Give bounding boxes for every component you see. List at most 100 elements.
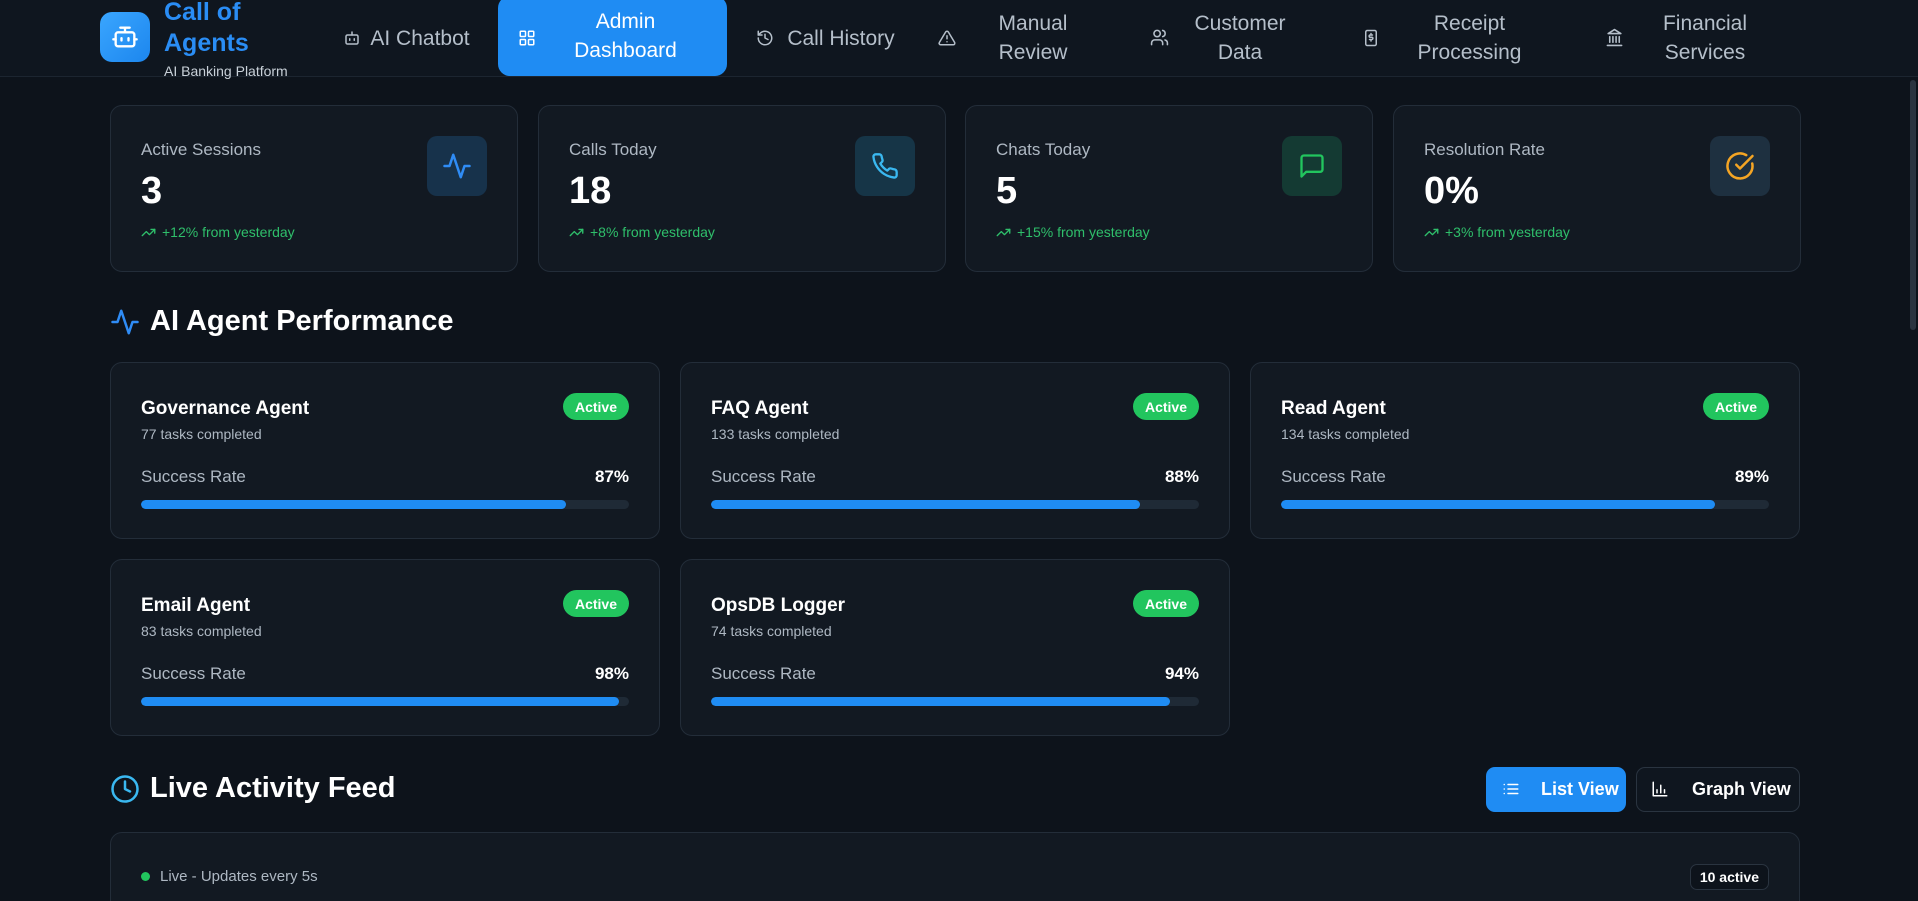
stat-label: Resolution Rate (1424, 140, 1545, 159)
nav-customer-data[interactable]: Customer Data (1150, 0, 1300, 76)
stat-label: Chats Today (996, 140, 1091, 159)
check-circle-icon (1710, 136, 1770, 196)
agent-tasks: 134 tasks completed (1281, 426, 1410, 442)
agent-name: Governance Agent (141, 398, 310, 419)
history-icon (756, 26, 776, 46)
feed-status-text: Live - Updates every 5s (160, 868, 318, 885)
agent-name: Email Agent (141, 595, 251, 616)
alert-triangle-icon (938, 26, 958, 46)
section-title-text: AI Agent Performance (150, 305, 454, 337)
agent-tasks: 83 tasks completed (141, 623, 262, 639)
agent-tasks: 133 tasks completed (711, 426, 840, 442)
stat-value: 0% (1424, 170, 1479, 212)
phone-icon (855, 136, 915, 196)
stat-card-calls-today: Calls Today 18 +8% from yesterday (538, 105, 946, 272)
stat-trend-text: +15% from yesterday (1017, 224, 1150, 240)
nav-label: Call History (787, 26, 895, 50)
nav-label: Customer Data (1194, 12, 1286, 64)
agent-card: Read Agent 134 tasks completed Active Su… (1250, 362, 1800, 539)
success-rate-bar (711, 500, 1199, 509)
stat-trend: +8% from yesterday (569, 224, 715, 240)
success-rate-label: Success Rate (141, 467, 246, 486)
stat-trend-text: +3% from yesterday (1445, 224, 1570, 240)
success-rate-value: 88% (1164, 467, 1199, 486)
stat-value: 3 (141, 170, 163, 212)
status-badge: Active (1702, 393, 1769, 420)
nav-admin-dashboard[interactable]: Admin Dashboard (498, 0, 727, 76)
page-scrollbar[interactable] (1910, 80, 1916, 330)
top-navbar: Call of Agents AI Banking Platform AI Ch… (0, 0, 1918, 79)
activity-icon (427, 136, 487, 196)
robot-icon[interactable] (100, 12, 150, 62)
trending-up-icon (569, 228, 584, 236)
nav-receipt-processing[interactable]: Receipt Processing (1362, 0, 1542, 76)
success-rate-fill (711, 697, 1170, 706)
trending-up-icon (141, 228, 156, 236)
success-rate-value: 94% (1164, 664, 1199, 683)
status-badge: Active (562, 393, 629, 420)
feed-status: Live - Updates every 5s (141, 868, 318, 885)
nav-label: Financial Services (1662, 12, 1748, 64)
nav-financial-services[interactable]: Financial Services (1605, 0, 1775, 76)
agent-card: FAQ Agent 133 tasks completed Active Suc… (680, 362, 1230, 539)
list-icon (1503, 783, 1519, 795)
brand-subtitle: AI Banking Platform (164, 63, 288, 79)
nav-call-history[interactable]: Call History (756, 0, 896, 76)
status-badge: Active (1132, 590, 1199, 617)
bank-icon (1605, 26, 1625, 47)
success-rate-label: Success Rate (141, 664, 246, 683)
receipt-icon (1362, 26, 1382, 47)
success-rate-value: 89% (1734, 467, 1769, 486)
status-badge: Active (562, 590, 629, 617)
stat-trend: +12% from yesterday (141, 224, 295, 240)
success-rate-label: Success Rate (711, 467, 816, 486)
activity-feed-panel: Live - Updates every 5s 10 active (110, 832, 1800, 901)
users-icon (1150, 26, 1170, 46)
brand-title[interactable]: Call of Agents (164, 0, 314, 59)
success-rate-bar (711, 697, 1199, 706)
message-icon (1282, 136, 1342, 196)
success-rate-label: Success Rate (1281, 467, 1386, 486)
graph-view-button[interactable]: Graph View (1636, 767, 1800, 812)
section-title-performance: AI Agent Performance (110, 305, 454, 338)
success-rate-bar (141, 500, 629, 509)
trending-up-icon (1424, 228, 1439, 236)
stat-label: Calls Today (569, 140, 657, 159)
stat-trend-text: +12% from yesterday (162, 224, 295, 240)
success-rate-bar (141, 697, 629, 706)
stat-card-active-sessions: Active Sessions 3 +12% from yesterday (110, 105, 518, 272)
stat-card-resolution-rate: Resolution Rate 0% +3% from yesterday (1393, 105, 1801, 272)
clock-icon (111, 774, 139, 803)
agent-tasks: 74 tasks completed (711, 623, 832, 639)
success-rate-label: Success Rate (711, 664, 816, 683)
success-rate-value: 87% (594, 467, 629, 486)
agent-card: Email Agent 83 tasks completed Active Su… (110, 559, 660, 736)
stat-value: 18 (569, 170, 612, 212)
section-title-feed: Live Activity Feed (110, 772, 396, 805)
agent-card: Governance Agent 77 tasks completed Acti… (110, 362, 660, 539)
nav-manual-review[interactable]: Manual Review (938, 0, 1088, 76)
nav-label: Receipt Processing (1417, 12, 1522, 64)
active-count-badge: 10 active (1689, 864, 1769, 890)
stat-label: Active Sessions (141, 140, 261, 159)
success-rate-value: 98% (594, 664, 629, 683)
stat-trend: +3% from yesterday (1424, 224, 1570, 240)
agent-name: FAQ Agent (711, 398, 809, 419)
agent-card: OpsDB Logger 74 tasks completed Active S… (680, 559, 1230, 736)
stat-value: 5 (996, 170, 1018, 212)
stat-card-chats-today: Chats Today 5 +15% from yesterday (965, 105, 1373, 272)
trending-up-icon (996, 228, 1011, 236)
agent-name: Read Agent (1281, 398, 1386, 419)
success-rate-fill (711, 500, 1141, 509)
success-rate-fill (1281, 500, 1716, 509)
live-dot-icon (141, 872, 150, 881)
nav-label: AI Chatbot (370, 26, 470, 50)
nav-ai-chatbot[interactable]: AI Chatbot (340, 0, 480, 76)
list-view-button[interactable]: List View (1486, 767, 1626, 812)
nav-label: Manual Review (998, 12, 1068, 64)
status-badge: Active (1132, 393, 1199, 420)
activity-icon (111, 309, 139, 334)
success-rate-fill (141, 697, 620, 706)
success-rate-fill (141, 500, 566, 509)
stat-trend: +15% from yesterday (996, 224, 1150, 240)
